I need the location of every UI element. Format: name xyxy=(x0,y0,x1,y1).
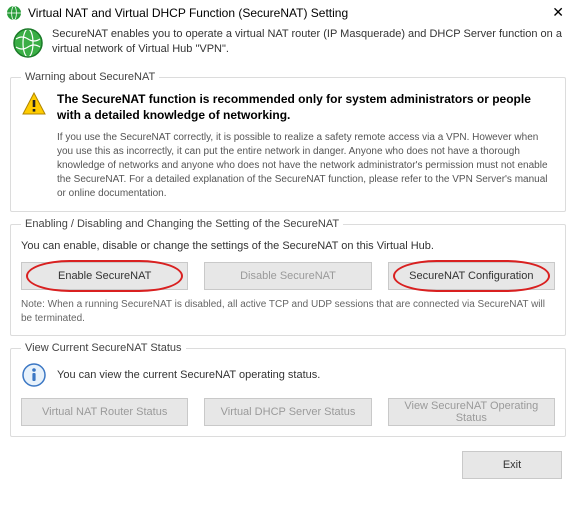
status-desc: You can view the current SecureNAT opera… xyxy=(57,369,320,381)
enabling-legend: Enabling / Disabling and Changing the Se… xyxy=(21,218,343,230)
warning-icon xyxy=(21,91,47,117)
enable-securenat-button[interactable]: Enable SecureNAT xyxy=(21,262,188,290)
disable-securenat-label: Disable SecureNAT xyxy=(240,270,336,282)
warning-group: Warning about SecureNAT The SecureNAT fu… xyxy=(10,71,566,212)
status-legend: View Current SecureNAT Status xyxy=(21,342,186,354)
app-icon xyxy=(6,5,22,21)
window-title: Virtual NAT and Virtual DHCP Function (S… xyxy=(28,6,548,20)
disable-securenat-button[interactable]: Disable SecureNAT xyxy=(204,262,371,290)
warning-bold-text: The SecureNAT function is recommended on… xyxy=(57,91,555,123)
close-icon[interactable]: ✕ xyxy=(548,4,568,21)
securenat-config-label: SecureNAT Configuration xyxy=(409,270,533,282)
view-status-button[interactable]: View SecureNAT Operating Status xyxy=(388,398,555,426)
nat-status-button[interactable]: Virtual NAT Router Status xyxy=(21,398,188,426)
info-icon xyxy=(21,362,47,388)
securenat-config-button[interactable]: SecureNAT Configuration xyxy=(388,262,555,290)
enabling-desc: You can enable, disable or change the se… xyxy=(21,240,555,252)
warning-legend: Warning about SecureNAT xyxy=(21,71,159,83)
enable-securenat-label: Enable SecureNAT xyxy=(58,270,151,282)
globe-icon xyxy=(12,27,44,59)
warning-detail-text: If you use the SecureNAT correctly, it i… xyxy=(57,131,555,201)
header-description: SecureNAT enables you to operate a virtu… xyxy=(52,27,564,57)
dhcp-status-button[interactable]: Virtual DHCP Server Status xyxy=(204,398,371,426)
exit-button[interactable]: Exit xyxy=(462,451,562,479)
enabling-group: Enabling / Disabling and Changing the Se… xyxy=(10,218,566,336)
status-group: View Current SecureNAT Status You can vi… xyxy=(10,342,566,437)
enabling-note: Note: When a running SecureNAT is disabl… xyxy=(21,298,555,325)
